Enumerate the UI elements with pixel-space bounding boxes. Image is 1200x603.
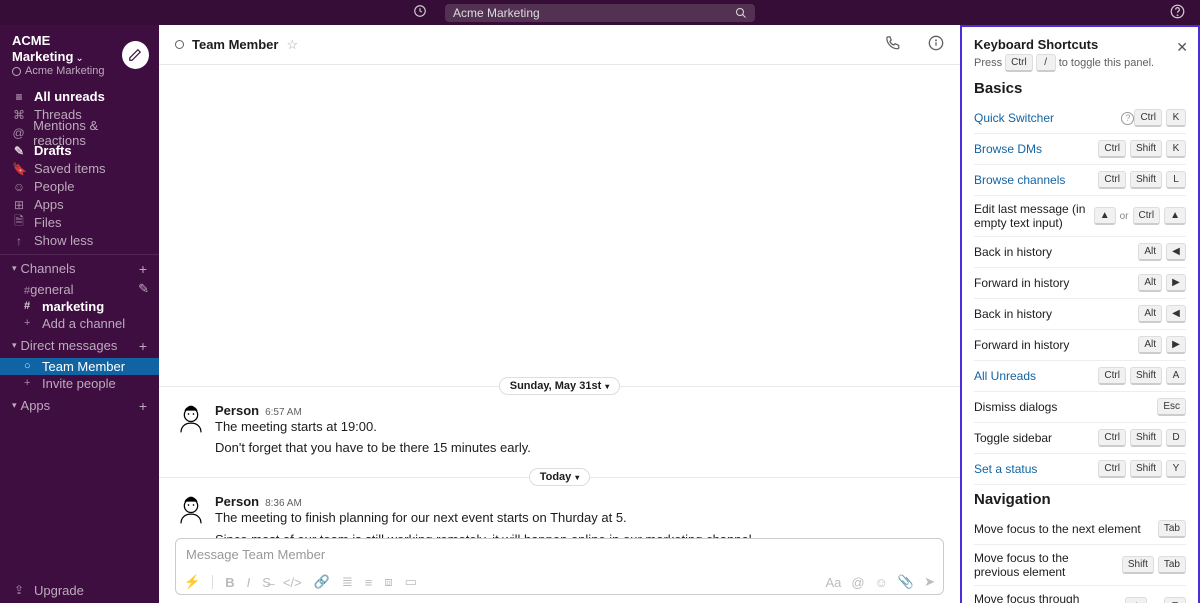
- shortcut-row: Toggle sidebarCtrlShiftD: [974, 423, 1186, 454]
- mention-icon[interactable]: @: [851, 575, 864, 590]
- emoji-icon[interactable]: ☺: [875, 575, 888, 590]
- italic-icon[interactable]: I: [247, 575, 251, 590]
- call-icon[interactable]: [885, 35, 900, 54]
- shortcut-row: Quick Switcher?CtrlK: [974, 103, 1186, 134]
- nav-show-less[interactable]: ↑Show less: [0, 232, 159, 250]
- channel-general[interactable]: #general✎: [0, 281, 159, 298]
- quote-icon[interactable]: ⧈: [384, 574, 392, 590]
- shortcuts-panel: ✕ Keyboard Shortcuts Press Ctrl / to tog…: [960, 25, 1200, 603]
- search-input[interactable]: Acme Marketing: [445, 4, 755, 22]
- shortcut-row: Browse DMsCtrlShiftK: [974, 134, 1186, 165]
- shortcut-row: Set a statusCtrlShiftY: [974, 454, 1186, 485]
- avatar[interactable]: [175, 494, 207, 526]
- message-time: 8:36 AM: [265, 498, 302, 509]
- section-navigation: Navigation: [974, 491, 1186, 508]
- aa-icon[interactable]: Aa: [826, 575, 842, 590]
- code-icon[interactable]: </>: [283, 575, 302, 590]
- search-icon: [735, 7, 747, 19]
- workspace-switcher[interactable]: ACME Marketing⌄ Acme Marketing: [0, 25, 159, 84]
- shortcut-row: Browse channelsCtrlShiftL: [974, 165, 1186, 196]
- history-icon[interactable]: [413, 4, 427, 21]
- nav-mentions[interactable]: @Mentions & reactions: [0, 124, 159, 142]
- shortcut-row: Dismiss dialogsEsc: [974, 392, 1186, 423]
- conversation-title: Team Member: [192, 37, 278, 52]
- compose-button[interactable]: [122, 41, 149, 69]
- panel-title: Keyboard Shortcuts: [974, 37, 1186, 52]
- nav-files[interactable]: 🗎Files: [0, 214, 159, 232]
- shortcut-row: Forward in historyAlt▶: [974, 268, 1186, 299]
- send-icon[interactable]: ➤: [924, 574, 935, 590]
- apps-section-header[interactable]: ▾Apps +: [0, 392, 159, 418]
- pencil-icon[interactable]: ✎: [138, 281, 149, 297]
- help-circle-icon[interactable]: ?: [1121, 112, 1134, 125]
- conversation-header: Team Member ☆: [159, 25, 960, 65]
- nav-saved[interactable]: 🔖Saved items: [0, 160, 159, 178]
- info-icon[interactable]: [928, 35, 944, 55]
- nav-apps[interactable]: ⊞Apps: [0, 196, 159, 214]
- strike-icon[interactable]: S̶: [262, 575, 271, 590]
- add-channel[interactable]: +Add a channel: [0, 315, 159, 332]
- shortcut-row: Move focus to the previous elementShiftT…: [974, 545, 1186, 586]
- shortcut-row: Back in historyAlt◀: [974, 237, 1186, 268]
- help-icon[interactable]: [1170, 4, 1185, 22]
- link-icon[interactable]: 🔗: [314, 574, 330, 590]
- invite-people[interactable]: +Invite people: [0, 375, 159, 392]
- main-content: Team Member ☆ Sunday, May 31st▾ Person 6:…: [159, 25, 960, 603]
- add-icon[interactable]: +: [139, 261, 147, 277]
- upgrade-link[interactable]: ⇪Upgrade: [0, 585, 159, 603]
- sidebar: ACME Marketing⌄ Acme Marketing ≡All unre…: [0, 25, 159, 603]
- shortcut-row: Move focus through messages▲or▼: [974, 586, 1186, 603]
- add-icon[interactable]: +: [139, 398, 147, 414]
- shortcut-row: Edit last message (in empty text input)▲…: [974, 196, 1186, 237]
- channels-section-header[interactable]: ▾Channels +: [0, 255, 159, 281]
- composer-toolbar: ⚡ B I S̶ </> 🔗 ≣ ≡ ⧈ ▭ Aa @: [176, 570, 943, 594]
- message-author[interactable]: Person: [215, 403, 259, 418]
- bold-icon[interactable]: B: [225, 575, 234, 590]
- message-time: 6:57 AM: [265, 407, 302, 418]
- message: Person 8:36 AM The meeting to finish plan…: [159, 490, 960, 538]
- shortcut-row: Forward in historyAlt▶: [974, 330, 1186, 361]
- message-composer[interactable]: Message Team Member ⚡ B I S̶ </> 🔗 ≣ ≡ ⧈…: [175, 538, 944, 595]
- dm-team-member[interactable]: ○Team Member: [0, 358, 159, 375]
- message-body: The meeting starts at 19:00.Don't forget…: [215, 418, 531, 457]
- message: Person 6:57 AM The meeting starts at 19:0…: [159, 399, 960, 464]
- chevron-down-icon: ⌄: [75, 53, 83, 64]
- date-divider: Today▾: [159, 464, 960, 490]
- lightning-icon[interactable]: ⚡: [184, 574, 200, 590]
- nav-people[interactable]: ☺People: [0, 178, 159, 196]
- attach-icon[interactable]: 📎: [898, 574, 914, 590]
- workspace-sub: Acme Marketing: [12, 65, 122, 78]
- close-icon[interactable]: ✕: [1176, 39, 1188, 56]
- channel-marketing[interactable]: #marketing: [0, 298, 159, 315]
- ol-icon[interactable]: ≣: [342, 574, 353, 590]
- dm-section-header[interactable]: ▾Direct messages +: [0, 332, 159, 358]
- message-body: The meeting to finish planning for our n…: [215, 509, 755, 538]
- search-text: Acme Marketing: [453, 6, 540, 20]
- message-list: Sunday, May 31st▾ Person 6:57 AM The meet…: [159, 65, 960, 538]
- nav-all-unreads[interactable]: ≡All unreads: [0, 88, 159, 106]
- date-divider: Sunday, May 31st▾: [159, 373, 960, 399]
- codeblock-icon[interactable]: ▭: [405, 574, 417, 590]
- ul-icon[interactable]: ≡: [365, 575, 373, 590]
- shortcut-row: Back in historyAlt◀: [974, 299, 1186, 330]
- shortcut-row: Move focus to the next elementTab: [974, 514, 1186, 545]
- top-bar: Acme Marketing: [0, 0, 1200, 25]
- workspace-name: ACME Marketing: [12, 33, 73, 64]
- star-icon[interactable]: ☆: [286, 37, 298, 53]
- section-basics: Basics: [974, 80, 1186, 97]
- message-author[interactable]: Person: [215, 494, 259, 509]
- presence-icon: [175, 40, 184, 49]
- composer-input[interactable]: Message Team Member: [176, 539, 943, 570]
- panel-subtitle: Press Ctrl / to toggle this panel.: [974, 54, 1186, 72]
- avatar[interactable]: [175, 403, 207, 435]
- shortcut-row: All UnreadsCtrlShiftA: [974, 361, 1186, 392]
- add-icon[interactable]: +: [139, 338, 147, 354]
